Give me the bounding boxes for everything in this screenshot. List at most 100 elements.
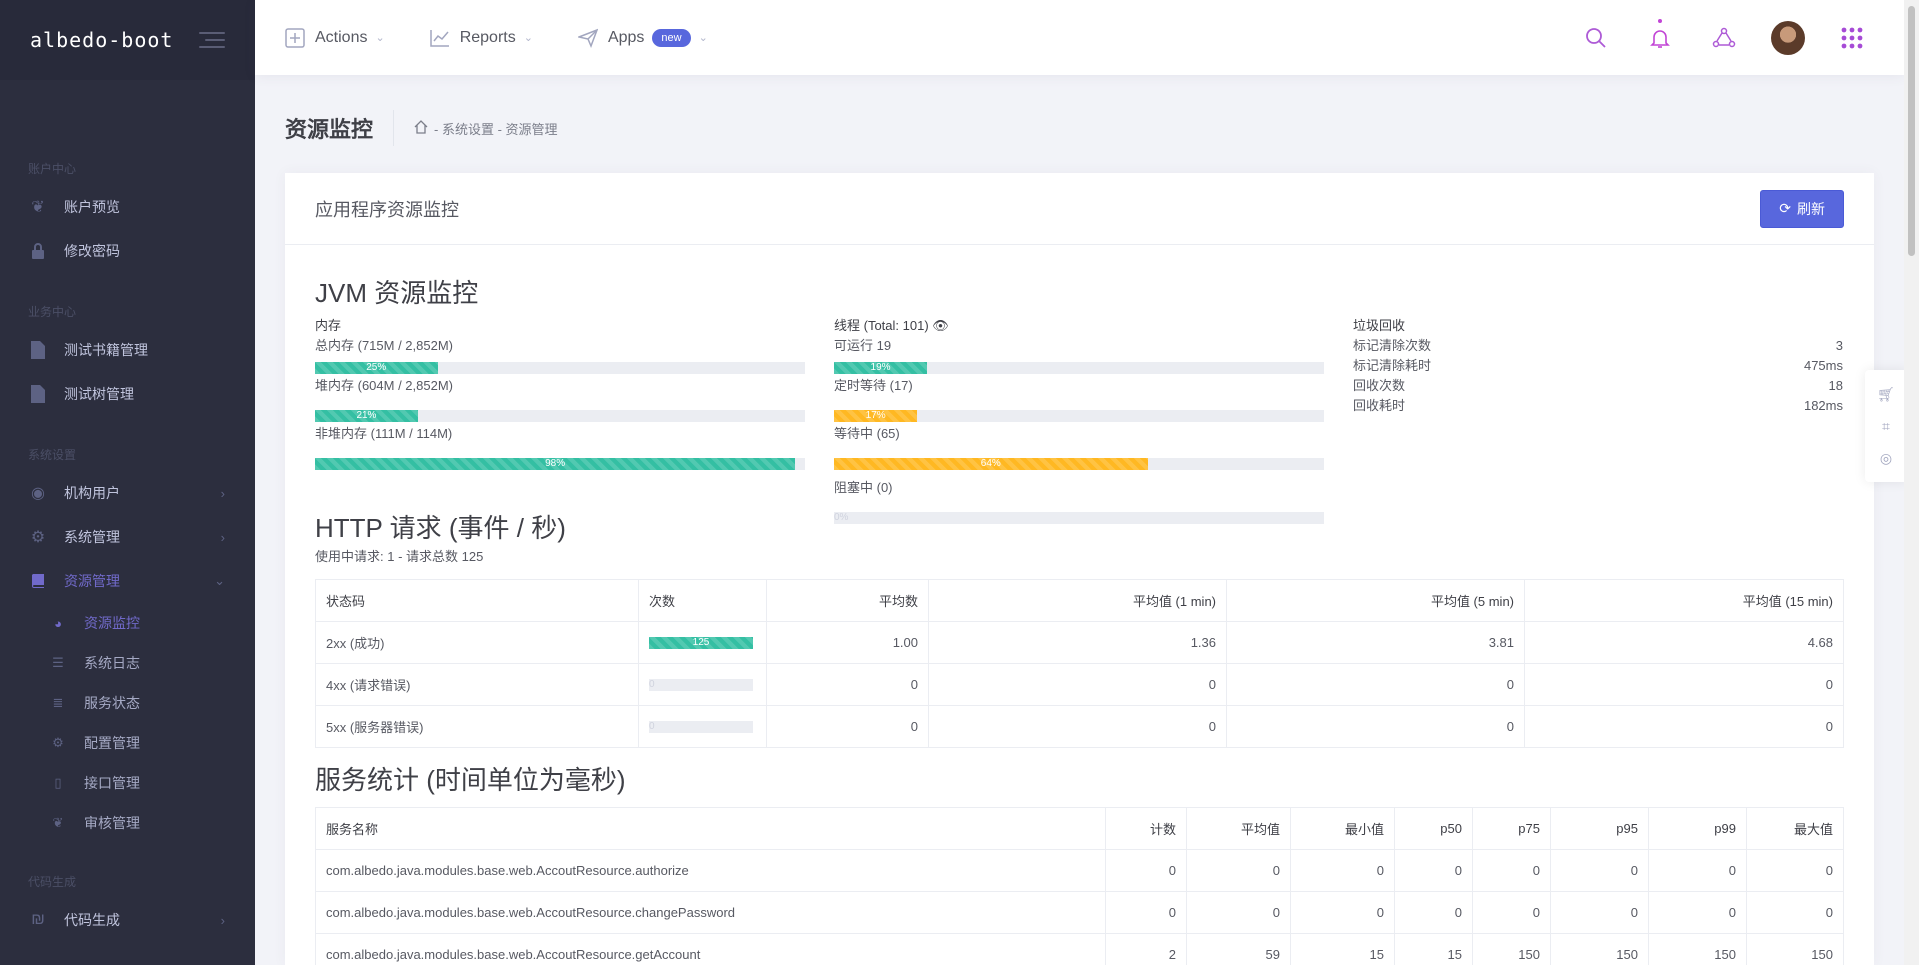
sidebar-item-sys-mgmt[interactable]: ⚙ 系统管理 › <box>0 515 255 559</box>
sidebar-subitem-svc-status[interactable]: ≣ 服务状态 <box>0 683 255 723</box>
total-memory-fill: 25% <box>315 362 438 374</box>
col-header: 服务名称 <box>315 807 1106 850</box>
services-table-body: com.albedo.java.modules.base.web.AccoutR… <box>315 849 1844 965</box>
sidebar-subitem-monitor[interactable]: ◕ 资源监控 <box>0 603 255 643</box>
count-fill: 0 <box>649 678 655 690</box>
sidebar-subitem-syslog[interactable]: ☰ 系统日志 <box>0 643 255 683</box>
count-bar: 125 <box>649 636 753 649</box>
col-header: 平均值 (5 min) <box>1226 579 1525 622</box>
sidebar-subitem-api[interactable]: ▯ 接口管理 <box>0 763 255 803</box>
breadcrumb-path[interactable]: - 系统设置 - 资源管理 <box>434 119 558 138</box>
brand-logo-text[interactable]: albedo-boot <box>30 28 173 52</box>
metric-cell: 0 <box>1550 849 1649 892</box>
header-menu-apps[interactable]: Apps new ⌄ <box>576 28 708 48</box>
gc-row: 标记清除耗时 475ms <box>1353 356 1843 376</box>
col-header: 次数 <box>638 579 767 622</box>
sidebar-item-org-users[interactable]: ◉ 机构用户 › <box>0 471 255 515</box>
metric-cell: 0 <box>1550 891 1649 934</box>
bell-icon[interactable] <box>1628 18 1692 49</box>
metric-cell: 0 <box>1290 849 1395 892</box>
col-header: 计数 <box>1105 807 1187 850</box>
header-toolbar <box>1564 0 1884 75</box>
sidebar-item-tree-mgmt[interactable]: 测试树管理 <box>0 372 255 416</box>
services-title: 服务统计 (时间单位为毫秒) <box>315 765 626 795</box>
metric-cell: 0 <box>1105 891 1187 934</box>
user-avatar[interactable] <box>1756 20 1820 55</box>
eye-icon[interactable]: 👁 <box>932 318 949 333</box>
col-header: 最大值 <box>1746 807 1844 850</box>
refresh-button[interactable]: ⟳ 刷新 <box>1760 189 1844 228</box>
col-header: 平均数 <box>766 579 929 622</box>
home-icon[interactable] <box>414 119 428 137</box>
m15-cell: 0 <box>1524 663 1844 706</box>
lifebuoy-icon[interactable]: ◎ <box>1880 450 1892 467</box>
http-table-body: 2xx (成功) 125 1.00 1.36 3.81 4.68 4xx (请求错误) 0 0 0… <box>315 621 1844 748</box>
heap-memory-fill: 21% <box>315 410 418 422</box>
line-chart-icon <box>429 28 450 48</box>
sidebar-subitem-audit[interactable]: ❦ 审核管理 <box>0 803 255 843</box>
cart-icon[interactable]: 🛒︎ <box>1877 386 1895 403</box>
sidebar-subitem-config[interactable]: ⚙ 配置管理 <box>0 723 255 763</box>
header-menu-actions[interactable]: Actions ⌄ <box>285 27 385 48</box>
book-icon <box>28 571 48 591</box>
portlet-title: 应用程序资源监控 <box>315 199 459 220</box>
file-outline-icon: ▯ <box>54 775 62 790</box>
count-bar: 0 <box>649 678 753 691</box>
header-menu-reports[interactable]: Reports ⌄ <box>429 28 533 48</box>
col-header: 平均值 <box>1186 807 1291 850</box>
sidebar-item-label: 机构用户 <box>64 485 120 501</box>
page-title: 资源监控 <box>285 110 395 146</box>
runnable-bar: 19% <box>834 362 1324 374</box>
new-badge: new <box>652 28 691 47</box>
search-icon[interactable] <box>1564 27 1628 49</box>
m1-cell: 0 <box>928 705 1227 748</box>
file-icon <box>28 384 48 404</box>
code-window-icon[interactable]: ⌗ <box>1882 418 1890 435</box>
status-code-cell: 2xx (成功) <box>315 621 639 664</box>
http-summary: 使用中请求: 1 - 请求总数 125 <box>315 549 484 564</box>
sidebar-toggle-icon[interactable] <box>199 32 225 48</box>
apps-grid-icon[interactable] <box>1820 27 1884 49</box>
metric-cell: 0 <box>1394 891 1473 934</box>
metric-cell: 15 <box>1290 933 1395 965</box>
dashboard-icon: ◕ <box>54 615 62 631</box>
waiting-label: 等待中 (65) <box>834 426 900 441</box>
sidebar-subitem-label: 服务状态 <box>84 695 140 711</box>
section-codegen: 代码生成 <box>28 875 77 889</box>
share-network-icon[interactable] <box>1692 27 1756 49</box>
metric-cell: 2 <box>1105 933 1187 965</box>
metric-cell: 0 <box>1186 849 1291 892</box>
sidebar-nav: 账户中心 ❦ 账户预览 修改密码 业务中心 测试书籍管理 测试树管理 系统设置 ◉… <box>0 80 255 942</box>
sidebar-item-label: 测试树管理 <box>64 386 134 402</box>
sidebar-item-label: 修改密码 <box>64 243 120 259</box>
sidebar-item-change-password[interactable]: 修改密码 <box>0 229 255 273</box>
col-header: 平均值 (1 min) <box>928 579 1227 622</box>
table-row: com.albedo.java.modules.base.web.AccoutR… <box>315 933 1844 965</box>
metric-cell: 0 <box>1746 849 1844 892</box>
gc-key: 标记清除耗时 <box>1353 358 1432 373</box>
heap-memory-bar: 21% <box>315 410 805 422</box>
runnable-fill: 19% <box>834 362 928 374</box>
scrollbar-thumb[interactable] <box>1908 6 1915 256</box>
chevron-down-icon: ⌄ <box>214 573 225 588</box>
sidebar-subitem-label: 配置管理 <box>84 735 140 751</box>
metric-cell: 0 <box>1648 891 1747 934</box>
timed-waiting-label: 定时等待 (17) <box>834 378 913 393</box>
sidebar-item-codegen[interactable]: ₪ 代码生成 › <box>0 898 255 942</box>
service-name-cell: com.albedo.java.modules.base.web.AccoutR… <box>315 891 1106 934</box>
count-cell: 0 <box>638 663 767 706</box>
page-scrollbar[interactable] <box>1904 0 1919 965</box>
section-system: 系统设置 <box>28 448 77 462</box>
m15-cell: 0 <box>1524 705 1844 748</box>
add-box-icon <box>285 27 305 48</box>
sidebar-item-account-preview[interactable]: ❦ 账户预览 <box>0 185 255 229</box>
count-cell: 0 <box>638 705 767 748</box>
mean-cell: 1.00 <box>766 621 929 664</box>
sidebar-item-res-mgmt[interactable]: 资源管理 ⌄ <box>0 559 255 603</box>
m5-cell: 0 <box>1226 705 1525 748</box>
gc-row: 回收次数 18 <box>1353 376 1843 396</box>
metric-cell: 150 <box>1472 933 1551 965</box>
header-menu-label: Reports <box>459 28 516 46</box>
sidebar-item-book-mgmt[interactable]: 测试书籍管理 <box>0 328 255 372</box>
status-code-cell: 4xx (请求错误) <box>315 663 639 706</box>
